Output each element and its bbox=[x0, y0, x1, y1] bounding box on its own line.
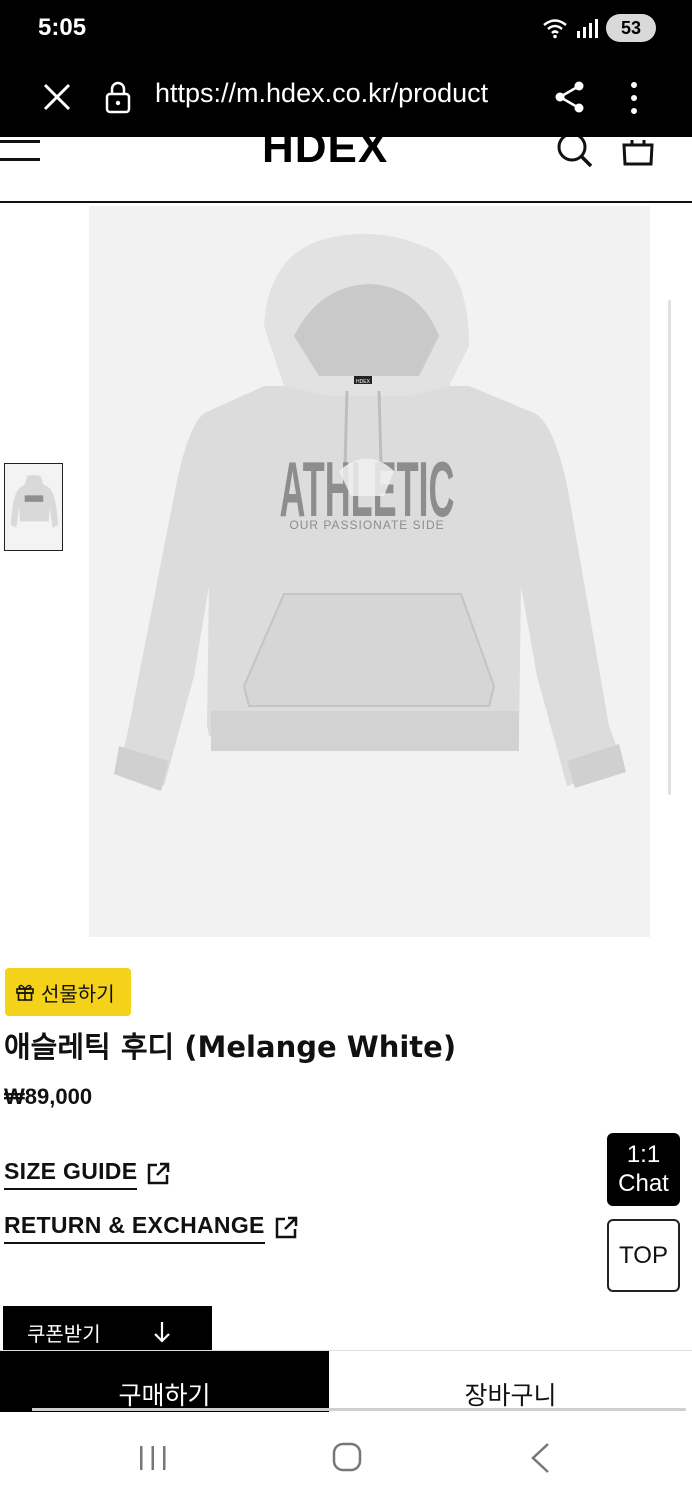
chat-button-line1: 1:1 bbox=[626, 1140, 661, 1168]
arrow-down-icon bbox=[153, 1322, 170, 1343]
action-bar-divider bbox=[32, 1408, 686, 1411]
status-bar: 5:05 53 bbox=[0, 0, 692, 58]
gift-button-label: 선물하기 bbox=[41, 981, 115, 1006]
signal-icon bbox=[577, 19, 598, 38]
chat-button-line2: Chat bbox=[618, 1169, 669, 1197]
menu-icon[interactable] bbox=[0, 137, 44, 167]
product-title: 애슬레틱 후디 (Melange White) bbox=[4, 1030, 457, 1064]
site-header: HDEX bbox=[0, 137, 692, 203]
share-icon[interactable] bbox=[554, 80, 586, 114]
wifi-icon bbox=[543, 19, 567, 39]
lock-icon[interactable] bbox=[104, 80, 132, 114]
gift-icon bbox=[16, 984, 34, 1001]
print-sub-text: OUR PASSIONATE SIDE bbox=[289, 518, 444, 532]
close-icon[interactable] bbox=[40, 80, 74, 114]
hoodie-thumbnail-image bbox=[10, 474, 58, 528]
coupon-button-label: 쿠폰받기 bbox=[27, 1321, 101, 1346]
system-nav-bar bbox=[0, 1412, 692, 1500]
external-link-icon bbox=[148, 1162, 170, 1185]
shopping-bag-icon[interactable] bbox=[621, 137, 655, 167]
product-price: ₩89,000 bbox=[4, 1084, 93, 1109]
hoodie-image: HDEX ATHLETIC OUR PASSIONATE SIDE bbox=[114, 233, 626, 791]
recent-apps-icon[interactable] bbox=[138, 1444, 168, 1472]
more-icon[interactable] bbox=[624, 78, 644, 118]
return-exchange-label[interactable]: RETURN & EXCHANGE bbox=[4, 1212, 265, 1244]
browser-chrome: 5:05 53 https://m.hdex.co.kr/product bbox=[0, 0, 692, 137]
site-logo[interactable]: HDEX bbox=[262, 137, 388, 173]
home-icon[interactable] bbox=[332, 1442, 362, 1472]
product-main-image[interactable]: HDEX ATHLETIC OUR PASSIONATE SIDE bbox=[89, 206, 650, 937]
chat-button[interactable]: 1:1 Chat bbox=[607, 1133, 680, 1206]
product-thumbnail[interactable] bbox=[4, 463, 63, 551]
back-icon[interactable] bbox=[528, 1442, 552, 1474]
status-icons: 53 bbox=[542, 14, 656, 42]
buy-button[interactable]: 구매하기 bbox=[0, 1351, 329, 1413]
purchase-action-bar: 구매하기 장바구니 bbox=[0, 1350, 692, 1413]
battery-indicator: 53 bbox=[606, 14, 656, 42]
return-exchange-link[interactable]: RETURN & EXCHANGE bbox=[4, 1212, 299, 1244]
neck-label-text: HDEX bbox=[356, 379, 371, 385]
add-to-cart-button[interactable]: 장바구니 bbox=[329, 1351, 692, 1413]
status-time: 5:05 bbox=[38, 14, 87, 41]
external-link-icon bbox=[275, 1216, 297, 1239]
address-bar[interactable]: https://m.hdex.co.kr/product bbox=[0, 62, 692, 132]
url-text[interactable]: https://m.hdex.co.kr/product bbox=[155, 78, 525, 118]
size-guide-label[interactable]: SIZE GUIDE bbox=[4, 1158, 138, 1190]
size-guide-link[interactable]: SIZE GUIDE bbox=[4, 1158, 171, 1190]
scroll-top-button[interactable]: TOP bbox=[607, 1219, 680, 1292]
gift-button[interactable]: 선물하기 bbox=[5, 968, 131, 1016]
search-icon[interactable] bbox=[556, 137, 594, 169]
image-scrollbar[interactable] bbox=[668, 300, 671, 795]
